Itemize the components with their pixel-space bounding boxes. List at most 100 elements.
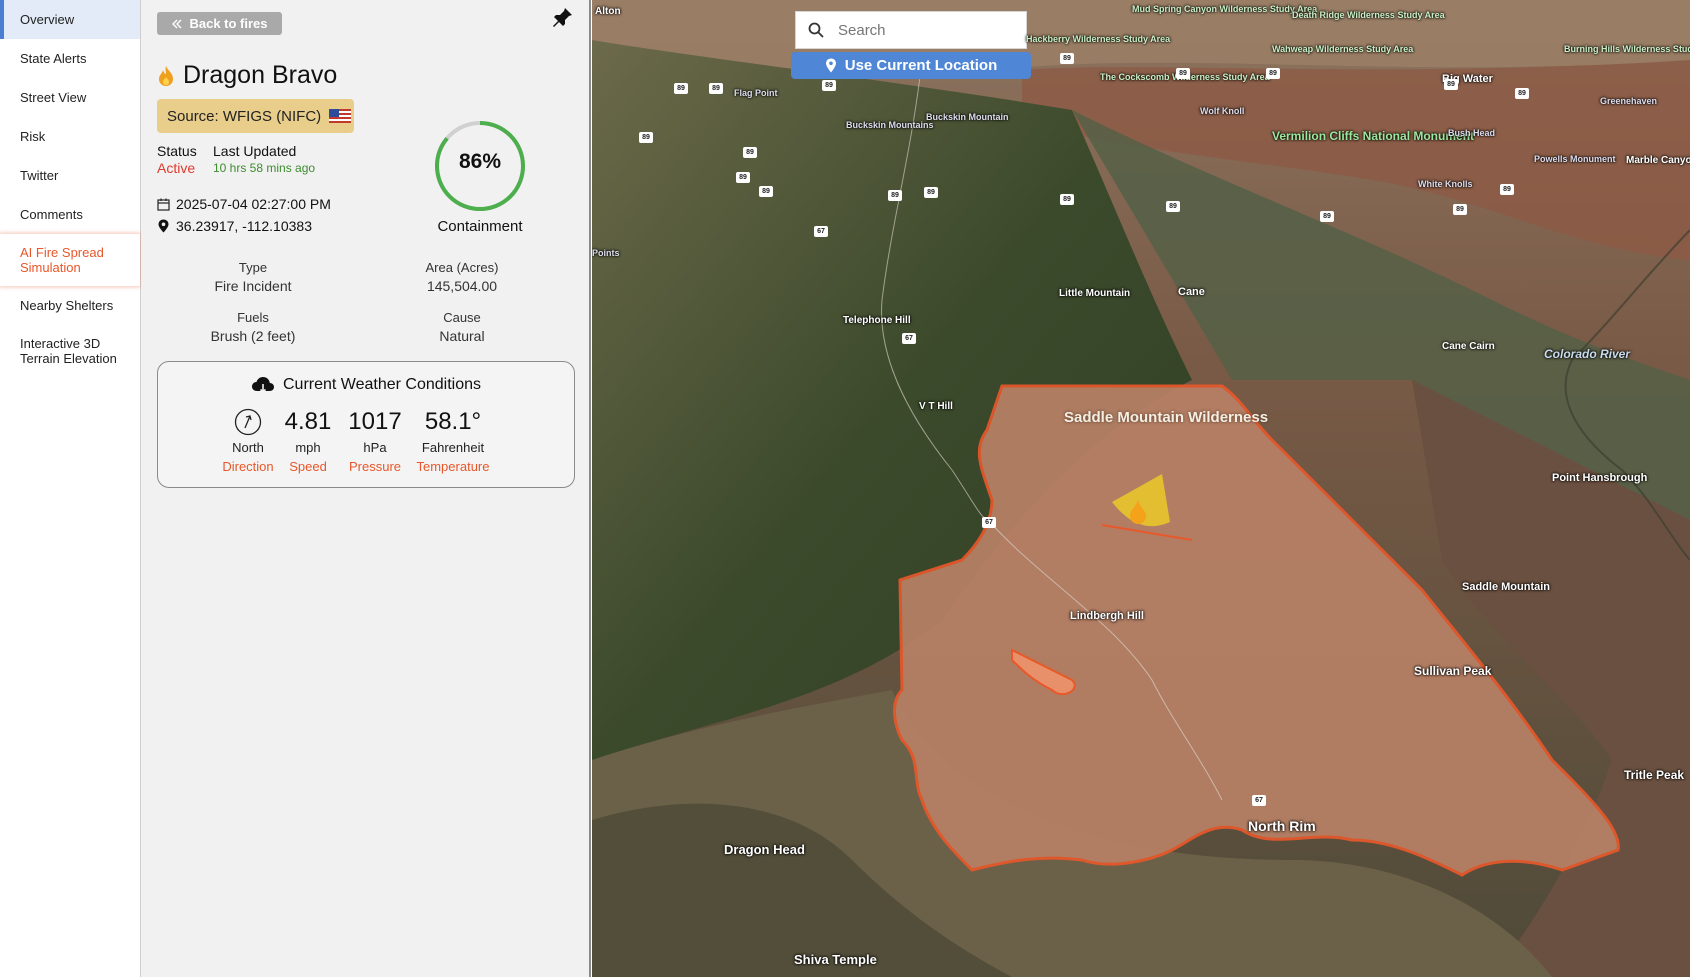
nav-item-label: State Alerts xyxy=(20,51,87,66)
terrain-map[interactable]: Use Current Location Alton Hackberry Wil… xyxy=(592,0,1690,977)
nav-item-overview[interactable]: Overview xyxy=(0,0,140,39)
double-chevron-left-icon xyxy=(172,19,182,28)
map-label-lindbergh-hill: Lindbergh Hill xyxy=(1070,610,1144,622)
route-shield-us89: 89 xyxy=(736,172,750,183)
temperature-value: 58.1° xyxy=(424,408,482,435)
route-shield-us89: 89 xyxy=(709,83,723,94)
map-label-burning-hills: Burning Hills Wilderness Study Area xyxy=(1564,44,1690,54)
route-shield-us89: 89 xyxy=(822,80,836,91)
map-label-vermilion-cliffs: Vermilion Cliffs National Monument xyxy=(1272,129,1475,143)
route-shield-az67: 67 xyxy=(814,226,828,237)
pin-icon[interactable] xyxy=(551,5,575,29)
weather-title: Current Weather Conditions xyxy=(282,376,482,393)
status-label: Status xyxy=(157,143,197,159)
nav-item-comments[interactable]: Comments xyxy=(0,195,140,234)
nav-item-street-view[interactable]: Street View xyxy=(0,78,140,117)
map-label-death-ridge: Death Ridge Wilderness Study Area xyxy=(1292,10,1445,20)
route-shield-us89: 89 xyxy=(674,83,688,94)
nav-item-label: Interactive 3D Terrain Elevation xyxy=(20,336,117,366)
map-label-cane: Cane xyxy=(1178,286,1205,298)
route-shield-az67: 67 xyxy=(1252,795,1266,806)
wind-direction-value: North xyxy=(232,440,264,455)
map-search-input[interactable] xyxy=(838,21,998,39)
calendar-icon xyxy=(157,198,170,211)
nav-item-label: Risk xyxy=(20,129,46,144)
map-label-hackberry: Hackberry Wilderness Study Area xyxy=(1026,34,1171,44)
map-label-vt-hill: V T Hill xyxy=(919,401,953,412)
route-shield-us89: 89 xyxy=(743,147,757,158)
wind-direction-column: North Direction xyxy=(208,406,288,474)
route-shield-us89: 89 xyxy=(759,186,773,197)
map-label-buckskin-mountains: Buckskin Mountains xyxy=(846,120,934,130)
map-label-shiva-temple: Shiva Temple xyxy=(794,952,877,967)
source-badge: Source: WFIGS (NIFC) xyxy=(157,99,354,133)
back-to-fires-button[interactable]: Back to fires xyxy=(157,12,282,35)
us-flag-icon xyxy=(329,109,352,123)
wind-speed-value: 4.81 xyxy=(284,408,332,435)
area-label: Area (Acres) xyxy=(425,260,499,275)
cloud-icon xyxy=(251,377,274,394)
temperature-column: 58.1° Fahrenheit Temperature xyxy=(408,406,498,474)
source-text: Source: WFIGS (NIFC) xyxy=(167,107,322,125)
nav-item-label: Twitter xyxy=(20,168,59,183)
fire-detail-panel: Back to fires Dragon Bravo Source: WFIGS… xyxy=(141,0,591,977)
weather-title-row: Current Weather Conditions xyxy=(158,376,574,394)
temperature-unit: Fahrenheit xyxy=(421,440,485,455)
map-label-north-rim: North Rim xyxy=(1248,818,1316,834)
map-label-white-knolls: White Knolls xyxy=(1418,179,1473,189)
map-label-cane-cairn: Cane Cairn xyxy=(1442,341,1495,352)
search-icon xyxy=(808,22,824,38)
use-current-location-button[interactable]: Use Current Location xyxy=(791,52,1031,79)
map-label-mud-spring: Mud Spring Canyon Wilderness Study Area xyxy=(1132,4,1318,14)
map-label-telephone-hill: Telephone Hill xyxy=(843,315,911,326)
terrain-basemap[interactable] xyxy=(592,0,1690,977)
temperature-tag: Temperature xyxy=(416,459,490,474)
wind-speed-column: 4.81 mph Speed xyxy=(278,406,338,474)
fuels-value: Brush (2 feet) xyxy=(210,328,296,344)
fire-date: 2025-07-04 02:27:00 PM xyxy=(176,196,331,212)
containment-label: Containment xyxy=(437,218,523,235)
cause-value: Natural xyxy=(439,328,485,344)
type-value: Fire Incident xyxy=(214,278,292,294)
nav-item-label: Overview xyxy=(20,12,75,27)
wind-speed-tag: Speed xyxy=(289,459,327,474)
fire-name: Dragon Bravo xyxy=(183,61,338,89)
nav-item-twitter[interactable]: Twitter xyxy=(0,156,140,195)
map-label-points: Points xyxy=(592,248,620,258)
flame-icon xyxy=(159,65,173,86)
route-shield-us89: 89 xyxy=(1060,53,1074,64)
map-search-box[interactable] xyxy=(795,11,1027,49)
pressure-column: 1017 hPa Pressure xyxy=(340,406,410,474)
map-label-bush-head: Bush Head xyxy=(1448,128,1496,138)
location-pin-icon xyxy=(825,58,836,73)
type-label: Type xyxy=(238,260,268,275)
map-label-point-hansbrough: Point Hansbrough xyxy=(1552,472,1648,484)
wind-direction-tag: Direction xyxy=(222,459,274,474)
route-shield-us89: 89 xyxy=(1515,88,1529,99)
map-label-flag-point: Flag Point xyxy=(734,88,778,98)
map-label-colorado-river: Colorado River xyxy=(1544,347,1631,361)
map-label-wahweap: Wahweap Wilderness Study Area xyxy=(1272,44,1414,54)
route-shield-us89: 89 xyxy=(1266,68,1280,79)
pressure-tag: Pressure xyxy=(348,459,402,474)
nav-item-risk[interactable]: Risk xyxy=(0,117,140,156)
weather-card: Current Weather Conditions North Directi… xyxy=(157,361,575,488)
route-shield-az67: 67 xyxy=(982,517,996,528)
map-label-dragon-head: Dragon Head xyxy=(724,842,805,857)
map-label-powells-monument: Powells Monument xyxy=(1534,154,1616,164)
sidebar-nav: Overview State Alerts Street View Risk T… xyxy=(0,0,141,977)
fire-coordinates: 36.23917, -112.10383 xyxy=(176,218,312,234)
wind-speed-unit: mph xyxy=(295,440,321,455)
map-label-saddle-mountain: Saddle Mountain xyxy=(1462,581,1550,593)
date-row: 2025-07-04 02:27:00 PM xyxy=(157,196,331,212)
route-shield-us89: 89 xyxy=(1500,184,1514,195)
nav-item-3d-terrain[interactable]: Interactive 3D Terrain Elevation xyxy=(0,325,140,377)
nav-item-ai-fire-spread[interactable]: AI Fire Spread Simulation xyxy=(0,234,140,286)
route-shield-us89: 89 xyxy=(1060,194,1074,205)
nav-item-label: Nearby Shelters xyxy=(20,298,114,313)
route-shield-us89: 89 xyxy=(639,132,653,143)
route-shield-us89: 89 xyxy=(1166,201,1180,212)
pressure-unit: hPa xyxy=(363,440,387,455)
nav-item-nearby-shelters[interactable]: Nearby Shelters xyxy=(0,286,140,325)
nav-item-state-alerts[interactable]: State Alerts xyxy=(0,39,140,78)
